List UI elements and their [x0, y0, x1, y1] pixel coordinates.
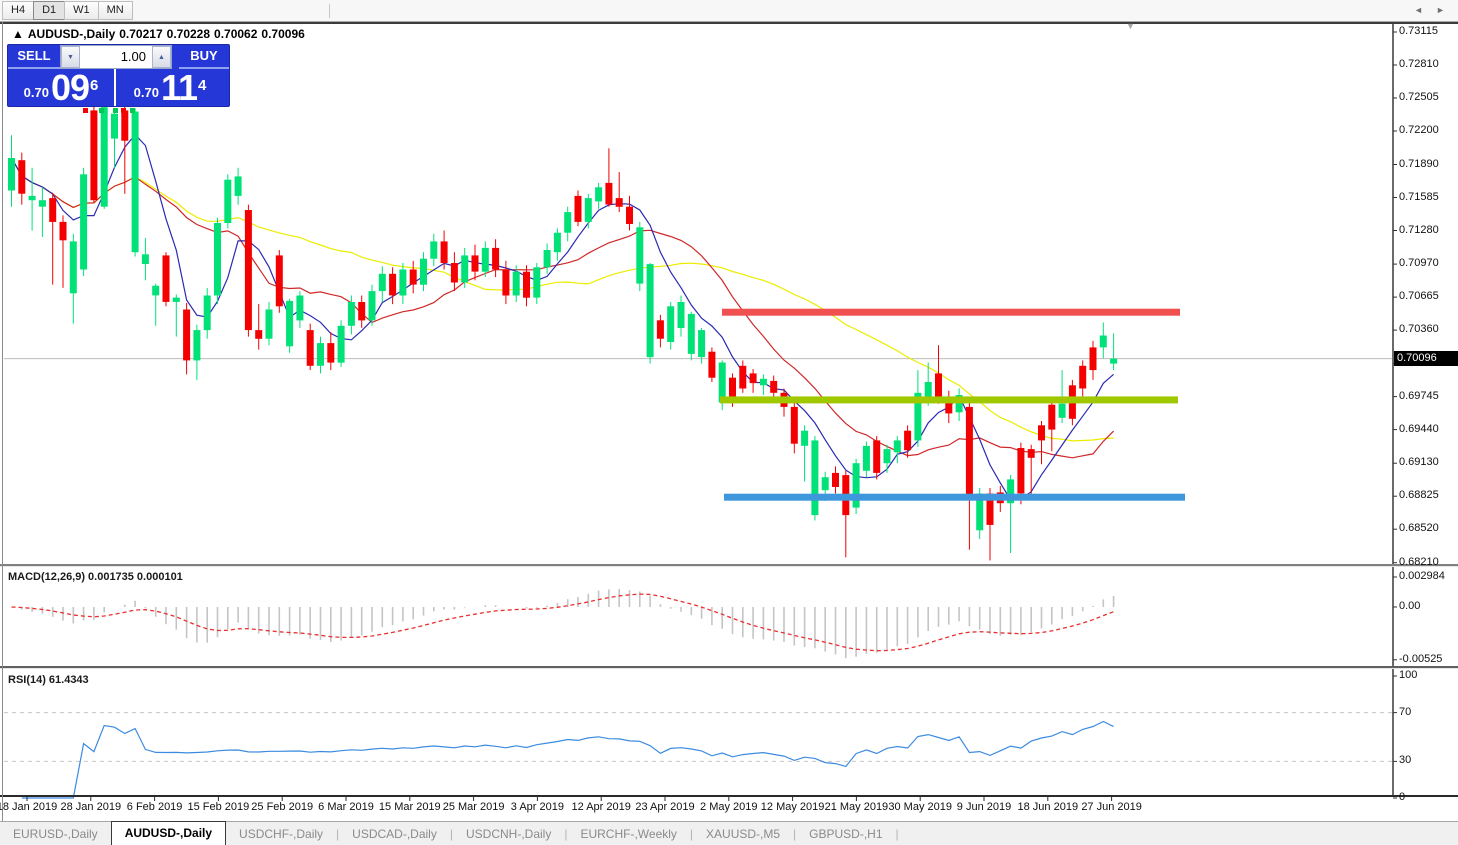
macd-indicator-label: MACD(12,26,9) 0.001735 0.000101	[8, 571, 186, 583]
chart-top-border	[0, 22, 1458, 24]
trade-marker-dot	[113, 108, 118, 113]
price-axis-label: 0.71585	[1399, 190, 1439, 203]
price-axis-label: 0.73115	[1399, 25, 1438, 37]
price-axis-label: 0.69130	[1399, 456, 1439, 469]
price-axis-label: 0.70665	[1399, 290, 1439, 303]
rsi-indicator-label: RSI(14) 61.4343	[8, 674, 92, 686]
tab-xauusd[interactable]: XAUUSD-,M5	[693, 823, 793, 845]
collapse-arrow-icon[interactable]: ▲	[12, 27, 24, 41]
close-value: 0.70096	[261, 27, 305, 41]
time-axis-border	[0, 795, 1458, 797]
tab-scroll-left-button[interactable]: ◄	[1414, 5, 1423, 15]
time-axis-label: 27 Jun 2019	[1081, 801, 1142, 813]
price-axis-label: 0.68520	[1399, 522, 1439, 535]
toolbar-separator	[328, 3, 330, 18]
low-value: 0.70062	[214, 27, 258, 41]
sell-price-big-digits: 09	[50, 67, 90, 108]
price-axis-label: 0.70970	[1399, 257, 1439, 270]
price-axis-label: 0.72200	[1399, 124, 1439, 136]
trade-marker-dot	[83, 108, 88, 113]
trade-marker-dots	[0, 108, 221, 114]
price-axis-label: 0.72810	[1399, 58, 1439, 70]
tab-separator: |	[895, 827, 899, 841]
macd-value-2: 0.000101	[136, 571, 183, 583]
high-value: 0.70228	[166, 27, 211, 41]
macd-axis-label: -0.00525	[1399, 652, 1443, 665]
sell-price-prefix: 0.70	[23, 85, 49, 100]
sell-price-display[interactable]: 0.70 09 6	[8, 69, 116, 106]
price-axis-label: 0.70360	[1399, 323, 1439, 336]
sell-price-pip-digit: 6	[90, 77, 99, 94]
price-axis-label: 0.69745	[1399, 389, 1439, 402]
sell-button[interactable]: SELL	[8, 45, 60, 69]
chart-ohlc-header: ▲ AUDUSD-,Daily 0.70217 0.70228 0.70062 0.700…	[12, 27, 309, 41]
tab-audusd[interactable]: AUDUSD-,Daily	[110, 821, 227, 845]
tab-eurusd[interactable]: EURUSD-,Daily	[0, 823, 111, 845]
macd-name: MACD(12,26,9)	[8, 571, 86, 583]
chart-shift-marker-icon[interactable]: ▼	[1126, 21, 1135, 31]
rsi-axis-label: 100	[1399, 669, 1418, 681]
chart-canvas[interactable]	[0, 0, 1458, 845]
timeframe-toolbar: H4 D1 W1 MN	[0, 0, 1458, 22]
open-value: 0.70217	[119, 27, 163, 41]
price-axis-label: 0.71890	[1399, 157, 1439, 170]
one-click-trading-panel: SELL ▼ 1.00 ▲ BUY 0.70 09 6 0.70 11 4	[7, 44, 230, 107]
volume-stepper: ▼ 1.00 ▲	[60, 45, 172, 69]
rsi-axis-label: 0	[1399, 791, 1406, 803]
timeframe-button-mn[interactable]: MN	[97, 1, 133, 20]
macd-splitter[interactable]	[0, 564, 1458, 567]
window-left-border	[2, 22, 3, 845]
macd-axis-label: 0.00	[1399, 600, 1421, 612]
trade-marker-dot	[130, 108, 135, 113]
buy-price-prefix: 0.70	[133, 85, 159, 100]
tab-scroll-right-button[interactable]: ►	[1436, 5, 1445, 15]
tab-usdcnh[interactable]: USDCNH-,Daily	[453, 823, 564, 845]
mt5-window: H4 D1 W1 MN ▲ AUDUSD-,Daily 0.70217 0.70228 0.7…	[0, 0, 1458, 845]
timeframe-button-h4[interactable]: H4	[2, 1, 35, 20]
chart-tab-bar: EURUSD-,Daily AUDUSD-,Daily USDCHF-,Daily |…	[0, 821, 1458, 845]
trade-marker-dot	[121, 108, 126, 113]
current-bid-price-label: 0.70096	[1394, 351, 1458, 367]
tab-usdchf[interactable]: USDCHF-,Daily	[226, 823, 336, 845]
rsi-axis-label: 30	[1399, 754, 1412, 767]
rsi-value: 61.4343	[48, 674, 89, 686]
macd-axis-label: 0.002984	[1399, 569, 1445, 582]
timeframe-button-w1[interactable]: W1	[64, 1, 99, 20]
trade-marker-dot	[99, 108, 104, 113]
price-axis-label: 0.68210	[1399, 555, 1439, 568]
rsi-name: RSI(14)	[8, 674, 46, 686]
volume-increase-button[interactable]: ▲	[152, 46, 171, 68]
volume-input[interactable]: 1.00	[80, 46, 152, 68]
buy-price-big-digits: 11	[160, 67, 198, 108]
timeframe-button-d1[interactable]: D1	[33, 1, 66, 20]
tab-gbpusd[interactable]: GBPUSD-,H1	[796, 823, 895, 845]
macd-value-1: 0.001735	[88, 571, 134, 583]
rsi-splitter[interactable]	[0, 666, 1458, 669]
buy-price-pip-digit: 4	[198, 77, 207, 94]
symbol-period-label: AUDUSD-,Daily	[27, 27, 116, 41]
buy-button[interactable]: BUY	[179, 45, 229, 69]
price-axis-label: 0.72505	[1399, 91, 1439, 103]
price-axis-label: 0.69440	[1399, 422, 1439, 435]
buy-price-display[interactable]: 0.70 11 4	[116, 69, 224, 106]
price-axis-label: 0.68825	[1399, 489, 1439, 502]
price-axis-label: 0.71280	[1399, 223, 1439, 236]
tab-usdcad[interactable]: USDCAD-,Daily	[339, 823, 450, 845]
tab-eurchf[interactable]: EURCHF-,Weekly	[567, 823, 689, 845]
volume-decrease-button[interactable]: ▼	[61, 46, 80, 68]
rsi-axis-label: 70	[1399, 705, 1412, 718]
